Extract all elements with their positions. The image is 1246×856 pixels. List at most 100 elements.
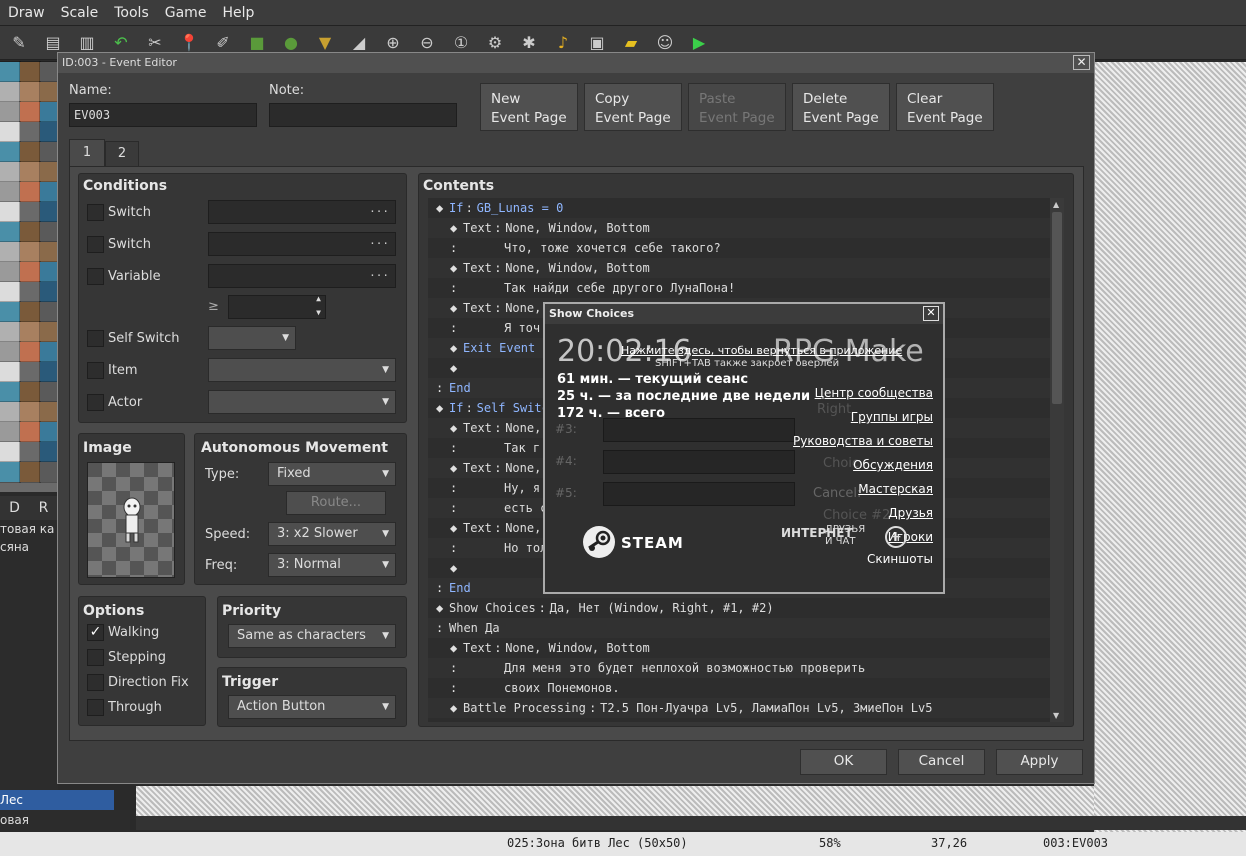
tile-palette[interactable] [0,61,61,492]
tile[interactable] [0,81,21,103]
menu-help[interactable]: Help [214,5,262,21]
menu-scale[interactable]: Scale [53,5,107,21]
map-list-item-selected[interactable]: Лес [0,790,114,810]
self-switch-checkbox[interactable] [87,330,104,347]
tile[interactable] [19,261,41,283]
overlay-friends-chat[interactable]: ДРУЗЬЯ И ЧАТ [825,524,871,548]
tile[interactable] [0,361,21,383]
walking-checkbox[interactable]: ✓ [87,624,104,641]
tile[interactable] [19,141,41,163]
tile[interactable] [0,321,21,343]
tile[interactable] [0,221,21,243]
tile[interactable] [0,261,21,283]
variable-checkbox[interactable] [87,268,104,285]
menu-draw[interactable]: Draw [0,5,53,21]
command-line[interactable]: : Для меня это будет неплохой возможность… [428,658,1050,678]
tile[interactable] [0,381,21,403]
switch1-checkbox[interactable] [87,204,104,221]
tile[interactable] [0,141,21,163]
tile[interactable] [19,381,41,403]
palette-tab-d[interactable]: D [0,496,29,520]
tile[interactable] [0,401,21,423]
command-line[interactable]: : своих Понемонов. [428,678,1050,698]
overlay-return-link[interactable]: Нажмите здесь, чтобы вернуться в приложе… [621,344,902,357]
switch1-selector[interactable]: ··· [208,200,396,224]
command-line[interactable]: ◆ Text: None, Window, Bottom [428,638,1050,658]
switch2-selector[interactable]: ··· [208,232,396,256]
command-line[interactable]: ◆ Battle Processing: T2.5 Пон-Луачра Lv5, … [428,698,1050,718]
new-event-page-button[interactable]: New Event Page [480,83,578,131]
command-line[interactable]: ◆ Text: None, Window, Bottom [428,258,1050,278]
tile[interactable] [19,81,41,103]
event-image-preview[interactable] [87,462,175,578]
map-canvas-bottom[interactable] [136,786,1094,816]
link-guides[interactable]: Руководства и советы [793,434,933,448]
command-line[interactable]: ◆ If: GB_Lunas = 0 [428,198,1050,218]
scroll-up-icon[interactable]: ▲ [1053,200,1059,209]
tile[interactable] [0,281,21,303]
command-line[interactable]: : Что, тоже хочется себе такого? [428,238,1050,258]
pencil-icon[interactable]: ✎ [4,29,34,57]
tile[interactable] [19,181,41,203]
scroll-down-icon[interactable]: ▼ [1053,711,1059,720]
link-workshop[interactable]: Мастерская [858,482,933,496]
tab-page-1[interactable]: 1 [69,139,105,167]
link-friends[interactable]: Друзья [888,506,933,520]
tile[interactable] [19,441,41,463]
tile[interactable] [19,421,41,443]
actor-select[interactable]: ▼ [208,390,396,414]
horizontal-scrollbar[interactable] [136,816,1246,830]
scrollbar-thumb[interactable] [1052,212,1062,404]
delete-event-page-button[interactable]: Delete Event Page [792,83,890,131]
tile[interactable] [19,241,41,263]
tile[interactable] [0,201,21,223]
tile[interactable] [0,121,21,143]
tile[interactable] [19,301,41,323]
route-button[interactable]: Route... [286,491,386,515]
menu-game[interactable]: Game [157,5,215,21]
choice-3-field[interactable] [603,418,795,442]
tile[interactable] [0,241,21,263]
map-list-item[interactable]: овая [0,810,130,830]
link-community-hub[interactable]: Центр сообщества [815,386,933,400]
item-checkbox[interactable] [87,362,104,379]
stepping-checkbox[interactable] [87,649,104,666]
tile[interactable] [0,461,21,483]
tile[interactable] [19,101,41,123]
link-game-groups[interactable]: Группы игры [851,410,933,424]
tab-page-2[interactable]: 2 [105,141,139,167]
close-icon[interactable]: ✕ [923,306,939,321]
tile[interactable] [19,461,41,483]
tile[interactable] [0,441,21,463]
tile[interactable] [19,321,41,343]
command-line[interactable]: : When Да [428,618,1050,638]
freq-select[interactable]: 3: Normal ▼ [268,553,396,577]
map-list-item[interactable]: товая ка [0,520,58,538]
tile[interactable] [0,101,21,123]
speed-select[interactable]: 3: x2 Slower ▼ [268,522,396,546]
link-discussions[interactable]: Обсуждения [853,458,933,472]
switch2-checkbox[interactable] [87,236,104,253]
tile[interactable] [19,361,41,383]
choice-4-field[interactable] [603,450,795,474]
vertical-scrollbar[interactable]: ▲ ▼ [1050,198,1064,722]
map-canvas[interactable] [1094,62,1246,832]
ok-button[interactable]: OK [800,749,887,775]
priority-select[interactable]: Same as characters ▼ [228,624,396,648]
note-field[interactable] [269,103,457,127]
paste-event-page-button[interactable]: Paste Event Page [688,83,786,131]
tile[interactable] [19,341,41,363]
command-line[interactable]: ◆ Show Choices: Да, Нет (Window, Right, #1… [428,598,1050,618]
cancel-button[interactable]: Cancel [898,749,985,775]
tile[interactable] [19,201,41,223]
command-line[interactable]: ◆ Text: None, Window, Bottom [428,218,1050,238]
tile[interactable] [0,421,21,443]
self-switch-select[interactable]: ▼ [208,326,296,350]
link-screenshots[interactable]: Скиншоты [867,552,933,566]
apply-button[interactable]: Apply [996,749,1083,775]
tile[interactable] [19,281,41,303]
through-checkbox[interactable] [87,699,104,716]
tile[interactable] [0,161,21,183]
tile[interactable] [0,301,21,323]
type-select[interactable]: Fixed ▼ [268,462,396,486]
